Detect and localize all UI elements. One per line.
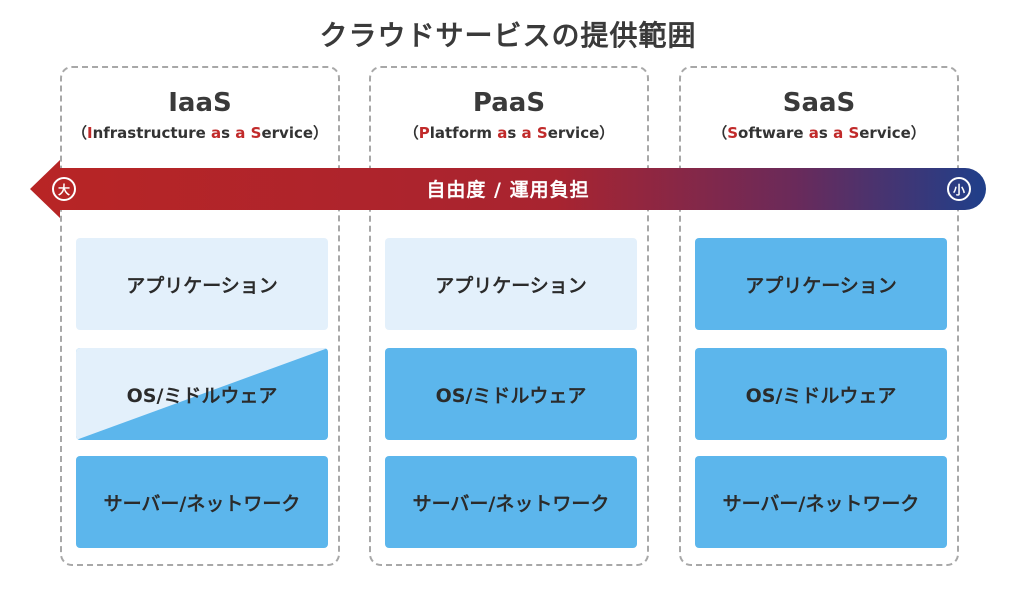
sub-part: ervice） <box>261 124 329 142</box>
diagram-title: クラウドサービスの提供範囲 <box>319 19 697 52</box>
arrow-label: 自由度 / 運用負担 <box>426 179 590 201</box>
layer-server-network: サーバー/ネットワーク <box>695 456 947 548</box>
sub-part: （ <box>71 124 87 142</box>
layer-application: アプリケーション <box>385 238 637 330</box>
sub-highlight: a <box>211 124 222 142</box>
sub-highlight: S <box>848 124 860 142</box>
column-header: SaaS （Software as a Service） <box>681 88 957 143</box>
column-name: SaaS <box>782 88 856 118</box>
column-paas: PaaS （Platform as a Service） アプリケーション OS… <box>369 66 649 566</box>
column-header: IaaS （Infrastructure as a Service） <box>62 88 338 143</box>
sub-part: （ <box>403 124 419 142</box>
layer-label: サーバー/ネットワーク <box>103 492 301 515</box>
column-name: PaaS <box>472 88 546 118</box>
small-badge: 小 <box>947 177 971 201</box>
sub-highlight: S <box>727 124 739 142</box>
layer-label: サーバー/ネットワーク <box>722 492 920 515</box>
layer-label: アプリケーション <box>745 274 897 297</box>
sub-part: s <box>221 124 236 142</box>
column-saas: SaaS （Software as a Service） アプリケーション OS… <box>679 66 959 566</box>
sub-part: （ <box>712 124 728 142</box>
sub-highlight: S <box>250 124 262 142</box>
large-badge: 大 <box>52 177 76 201</box>
column-subtitle: （Platform as a Service） <box>371 122 647 143</box>
sub-highlight: a <box>497 124 508 142</box>
layer-server-network: サーバー/ネットワーク <box>76 456 328 548</box>
layer-label: OS/ミドルウェア <box>126 384 278 407</box>
sub-part: oftware <box>738 124 809 142</box>
diagram: クラウドサービスの提供範囲 IaaS （Infrastructure as a … <box>0 0 1016 592</box>
layer-os-middleware: OS/ミドルウェア <box>76 348 328 440</box>
sub-part: s <box>818 124 834 142</box>
sub-highlight: a <box>808 124 819 142</box>
sub-part: ervice） <box>859 124 926 142</box>
layer-server-network: サーバー/ネットワーク <box>385 456 637 548</box>
sub-part: latform <box>429 124 498 142</box>
layer-label: アプリケーション <box>435 274 587 297</box>
column-header: PaaS （Platform as a Service） <box>371 88 647 143</box>
sub-part: s <box>507 124 522 142</box>
column-name: IaaS <box>168 88 232 118</box>
sub-part: nfrastructure <box>92 124 212 142</box>
column-subtitle: （Infrastructure as a Service） <box>62 122 338 143</box>
sub-highlight: a <box>833 124 844 142</box>
layer-application: アプリケーション <box>76 238 328 330</box>
layer-application: アプリケーション <box>695 238 947 330</box>
layer-os-middleware: OS/ミドルウェア <box>385 348 637 440</box>
sub-highlight: a <box>521 124 532 142</box>
layer-label: サーバー/ネットワーク <box>412 492 610 515</box>
layer-os-middleware: OS/ミドルウェア <box>695 348 947 440</box>
layer-label: OS/ミドルウェア <box>745 384 897 407</box>
column-iaas: IaaS （Infrastructure as a Service） アプリケー… <box>60 66 340 566</box>
layer-label: アプリケーション <box>126 274 278 297</box>
sub-highlight: P <box>418 124 430 142</box>
layer-label: OS/ミドルウェア <box>435 384 587 407</box>
sub-highlight: a <box>235 124 246 142</box>
column-subtitle: （Software as a Service） <box>681 122 957 143</box>
sub-part: ervice） <box>547 124 615 142</box>
sub-highlight: S <box>536 124 548 142</box>
